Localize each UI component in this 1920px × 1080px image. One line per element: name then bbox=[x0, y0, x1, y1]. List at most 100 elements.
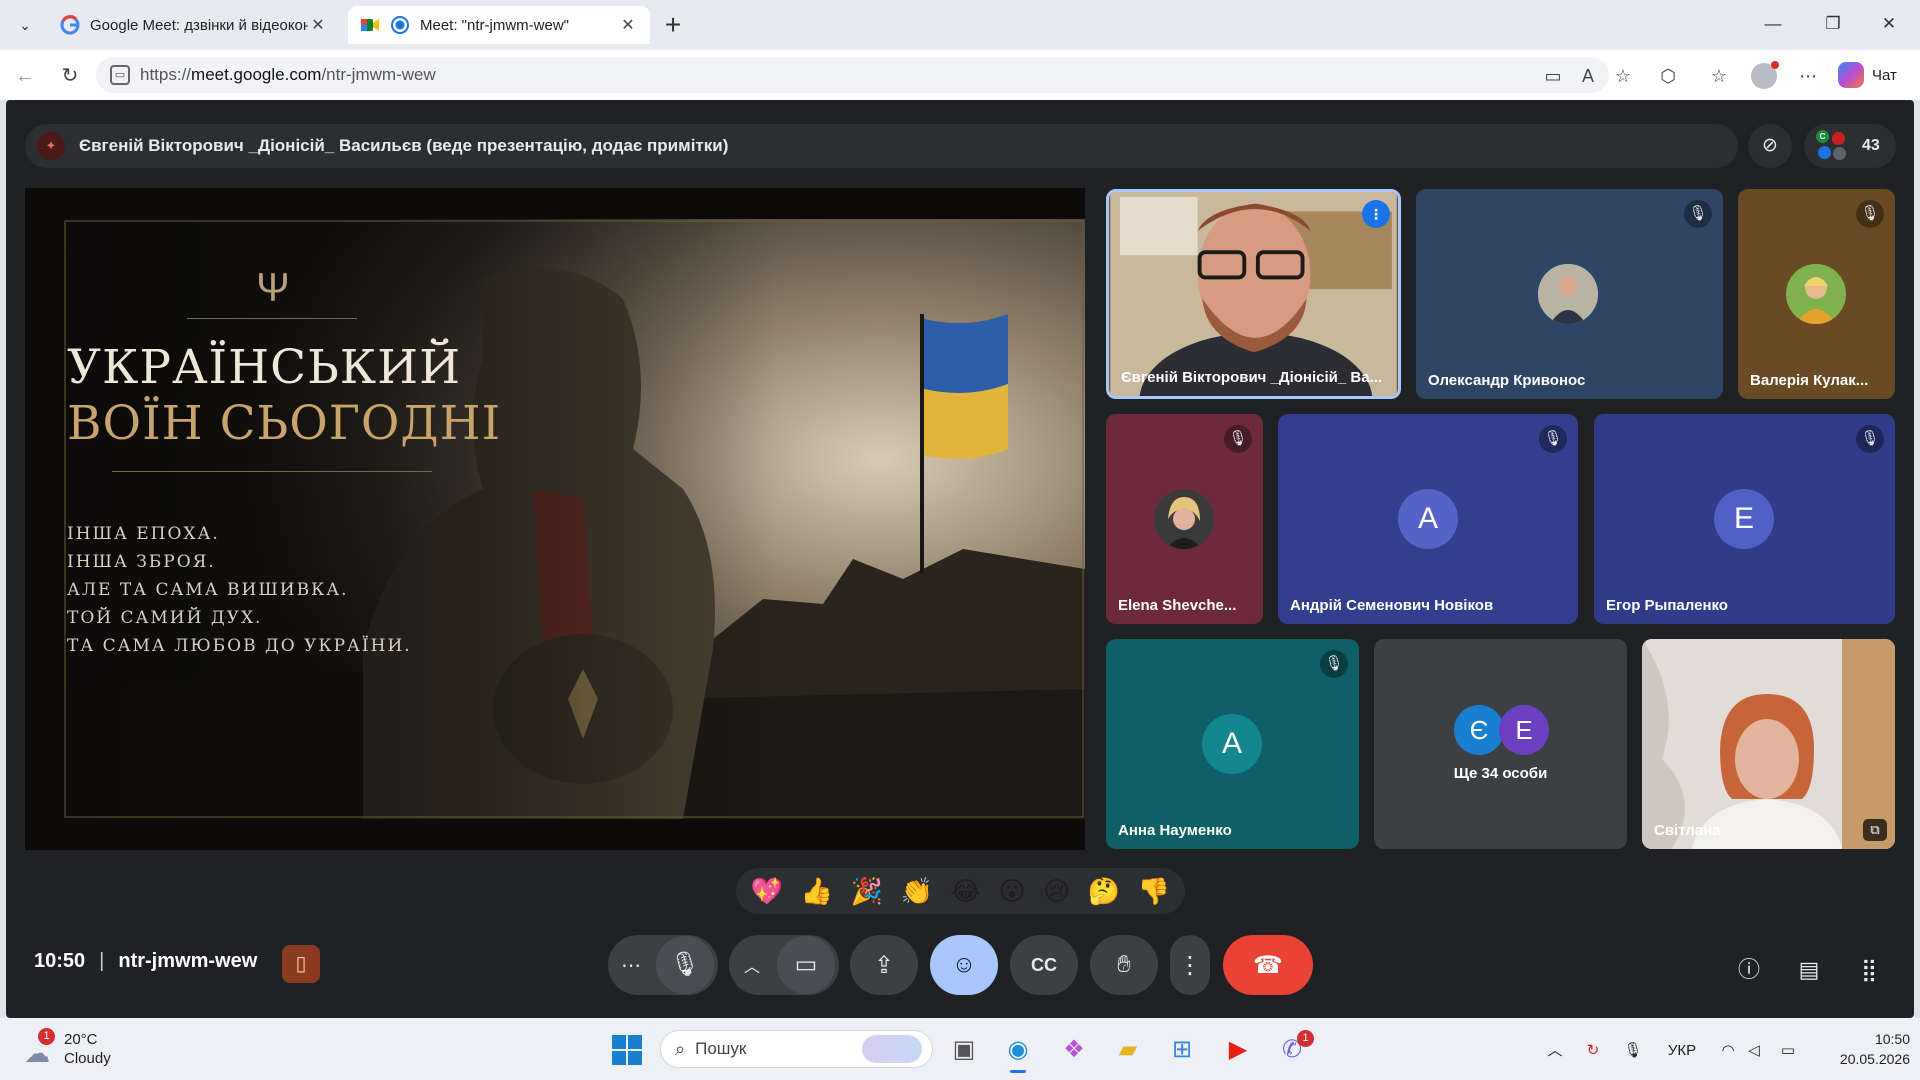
battery-icon[interactable]: ▭ bbox=[1776, 1040, 1800, 1062]
raise-hand-button[interactable]: ✋︎ bbox=[1090, 935, 1158, 995]
mic-off-icon: 🎙︎ bbox=[1856, 425, 1884, 453]
participant-tile[interactable]: 🎙︎ Elena Shevche... bbox=[1106, 414, 1263, 624]
presenter-banner-text: Євгеній Вікторович _Діонісій_ Васильєв (… bbox=[79, 136, 729, 155]
reaction-party-button[interactable]: 🎉 bbox=[851, 876, 883, 907]
url-path: /ntr-jmwm-wew bbox=[321, 65, 436, 84]
participants-button[interactable]: С 43 bbox=[1804, 124, 1896, 168]
youtube-icon[interactable]: ▶ bbox=[1222, 1034, 1254, 1066]
reaction-thinking-button[interactable]: 🤔 bbox=[1088, 876, 1120, 907]
reaction-clap-button[interactable]: 👏 bbox=[901, 876, 933, 907]
start-button[interactable] bbox=[612, 1035, 642, 1065]
reaction-thumbs-up-button[interactable]: 👍 bbox=[801, 876, 833, 907]
slide-title-line2: ВОЇН СЬОГОДНІ bbox=[67, 396, 502, 451]
video-options-button[interactable]: ︿ bbox=[729, 953, 775, 977]
participant-tile[interactable]: 🎙︎ Валерія Кулак... bbox=[1738, 189, 1895, 399]
weather-widget[interactable]: ☁ 1 20°C Cloudy bbox=[18, 1028, 128, 1072]
tab-close-icon[interactable]: ✕ bbox=[618, 15, 638, 35]
reactions-bar: 💖 👍 🎉 👏 😂 😮 😢 🤔 👎 bbox=[736, 868, 1185, 914]
camera-toggle-button[interactable]: ▭ bbox=[777, 936, 835, 994]
tab-title: Google Meet: дзвінки й відеоконференції bbox=[90, 16, 308, 34]
edge-browser-icon[interactable]: ◉ bbox=[1002, 1034, 1034, 1066]
more-menu-icon[interactable]: ⋯ bbox=[1795, 63, 1821, 89]
presentation-slide[interactable]: Ψ УКРАЇНСЬКИЙ ВОЇН СЬОГОДНІ ІНША ЕПОХА. … bbox=[25, 188, 1085, 850]
ornament-divider bbox=[187, 318, 357, 319]
present-screen-icon: ⇪ bbox=[873, 951, 895, 979]
profile-avatar[interactable] bbox=[1751, 61, 1779, 89]
mic-toggle-button[interactable]: 🎙︎ bbox=[656, 936, 714, 994]
taskbar-search[interactable]: ⌕ Пошук bbox=[660, 1030, 933, 1068]
language-indicator[interactable]: УКР bbox=[1664, 1040, 1700, 1062]
new-tab-button[interactable]: + bbox=[660, 8, 686, 42]
reaction-thumbs-down-button[interactable]: 👎 bbox=[1138, 876, 1170, 907]
browser-toolbar: ← ↻ ▭ https://meet.google.com/ntr-jmwm-w… bbox=[0, 50, 1920, 100]
reaction-laugh-button[interactable]: 😂 bbox=[951, 876, 981, 907]
tab-list-button[interactable]: ⌄ bbox=[10, 12, 40, 38]
present-screen-button[interactable]: ⇪ bbox=[850, 935, 918, 995]
favorites-icon[interactable]: ☆ bbox=[1706, 63, 1732, 89]
sync-icon[interactable]: ↻ bbox=[1582, 1040, 1604, 1062]
participant-tile-speaker[interactable]: ⋮ Євгеній Вікторович _Діонісій_ Ва... bbox=[1106, 189, 1401, 399]
taskbar-clock[interactable]: 10:50 20.05.2026 bbox=[1810, 1029, 1910, 1069]
participant-tile[interactable]: 🎙︎ А Анна Науменко bbox=[1106, 639, 1359, 849]
meeting-code: ntr-jmwm-wew bbox=[118, 950, 258, 972]
copilot-button[interactable]: Чат bbox=[1838, 60, 1908, 90]
weather-badge: 1 bbox=[38, 1028, 55, 1045]
chat-icon[interactable]: ▤ bbox=[1789, 950, 1829, 990]
leave-call-button[interactable]: ☎︎ bbox=[1223, 935, 1313, 995]
site-info-icon[interactable]: ▭ bbox=[110, 65, 130, 85]
weather-condition: Cloudy bbox=[64, 1050, 111, 1067]
participant-tile[interactable]: 🎙︎ А Андрій Семенович Новіков bbox=[1278, 414, 1578, 624]
participant-avatars-icon: С bbox=[1816, 130, 1848, 162]
host-controls-icon[interactable]: ▯ bbox=[282, 945, 320, 983]
participant-name: Elena Shevche... bbox=[1118, 597, 1237, 614]
presenter-avatar: ✦ bbox=[37, 132, 65, 160]
participant-initial-avatar: Є bbox=[1454, 705, 1504, 755]
hand-icon: ✋︎ bbox=[1117, 951, 1131, 978]
reactions-button[interactable]: ☺ bbox=[930, 935, 998, 995]
captions-button[interactable]: CC bbox=[1010, 935, 1078, 995]
audio-options-button[interactable]: ⋯ bbox=[608, 953, 654, 978]
reaction-heart-button[interactable]: 💖 bbox=[751, 876, 783, 907]
search-highlight-icon bbox=[862, 1035, 922, 1063]
activities-icon[interactable]: ⣿ bbox=[1849, 950, 1889, 990]
tray-mic-icon[interactable]: 🎙︎ bbox=[1622, 1040, 1644, 1062]
back-arrow-icon[interactable]: ← bbox=[10, 61, 40, 91]
more-participants-tile[interactable]: Є Е Ще 34 особи bbox=[1374, 639, 1627, 849]
participant-tile[interactable]: 🎙︎ Е Егор Рыпаленко bbox=[1594, 414, 1895, 624]
trident-emblem-icon: Ψ bbox=[256, 266, 290, 310]
reaction-sad-button[interactable]: 😢 bbox=[1043, 876, 1070, 907]
reload-icon[interactable]: ↻ bbox=[55, 61, 85, 91]
google-g-icon bbox=[60, 15, 80, 35]
address-bar[interactable]: ▭ https://meet.google.com/ntr-jmwm-wew bbox=[96, 57, 1609, 93]
tab-close-icon[interactable]: ✕ bbox=[308, 15, 328, 35]
speaker-video bbox=[1110, 192, 1397, 396]
pin-tile-icon[interactable]: ⧉ bbox=[1863, 819, 1887, 841]
weather-temp: 20°C bbox=[64, 1031, 98, 1048]
participant-tile-self[interactable]: ⧉ Світлана bbox=[1642, 639, 1895, 849]
wifi-icon[interactable]: ◠ bbox=[1718, 1040, 1738, 1062]
tab-meet-call[interactable]: Meet: "ntr-jmwm-wew" ✕ bbox=[348, 6, 650, 44]
read-aloud-icon[interactable]: A bbox=[1575, 63, 1601, 89]
minimize-button[interactable]: — bbox=[1753, 10, 1793, 38]
task-view-icon[interactable]: ▣ bbox=[948, 1034, 980, 1066]
captions-off-icon[interactable]: ⊘ bbox=[1748, 124, 1792, 168]
favorite-star-icon[interactable]: ☆ bbox=[1610, 63, 1636, 89]
participant-avatar bbox=[1538, 264, 1598, 324]
participant-avatar bbox=[1154, 489, 1214, 549]
extensions-icon[interactable]: ⬡ bbox=[1655, 63, 1681, 89]
microsoft-store-icon[interactable]: ⊞ bbox=[1166, 1034, 1198, 1066]
tab-google-meet-home[interactable]: Google Meet: дзвінки й відеоконференції … bbox=[48, 6, 340, 44]
taskbar-date: 20.05.2026 bbox=[1839, 1051, 1910, 1067]
meeting-details-icon[interactable]: ⓘ bbox=[1729, 950, 1769, 990]
participant-tile[interactable]: 🎙︎ Олександр Кривонос bbox=[1416, 189, 1723, 399]
reaction-surprised-button[interactable]: 😮 bbox=[998, 876, 1025, 907]
more-options-button[interactable]: ⋮ bbox=[1170, 935, 1210, 995]
close-window-button[interactable]: ✕ bbox=[1869, 10, 1909, 38]
copilot-app-icon[interactable]: ❖ bbox=[1058, 1034, 1090, 1066]
maximize-button[interactable]: ❐ bbox=[1813, 10, 1853, 38]
tab-strip: ⌄ Google Meet: дзвінки й відеоконференці… bbox=[0, 0, 1920, 50]
camera-in-use-icon[interactable]: ▭ bbox=[1540, 63, 1566, 89]
file-explorer-icon[interactable]: ▰ bbox=[1112, 1034, 1144, 1066]
volume-icon[interactable]: ◁ bbox=[1744, 1040, 1764, 1062]
tray-overflow-icon[interactable]: ︿ bbox=[1545, 1040, 1565, 1062]
